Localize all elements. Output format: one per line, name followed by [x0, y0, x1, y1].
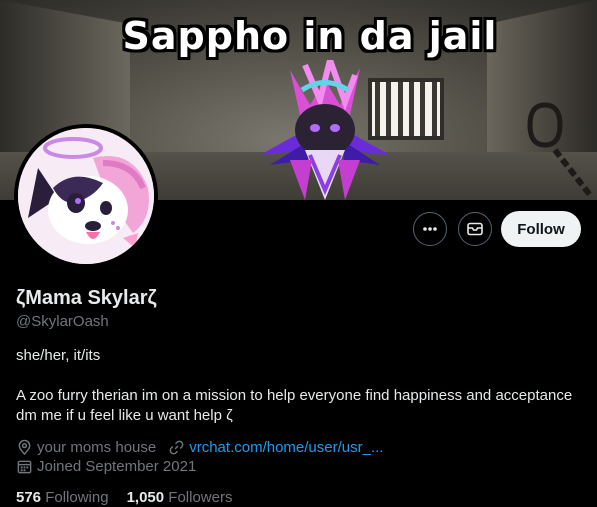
following-count: 576 [16, 489, 42, 506]
more-button[interactable] [413, 212, 447, 246]
profile-joined-row: Joined September 2021 [16, 458, 208, 475]
avatar-image [18, 128, 154, 264]
message-button[interactable] [458, 212, 492, 246]
website-item[interactable]: vrchat.com/home/user/usr_... [168, 439, 383, 456]
followers-label: Followers [168, 489, 233, 506]
banner-chains [527, 102, 593, 197]
website-link[interactable]: vrchat.com/home/user/usr_... [189, 439, 383, 456]
display-name: ζMama Skylarζ [16, 287, 157, 309]
followers-stat[interactable]: 1,050 Followers [127, 489, 233, 506]
location-pin-icon [18, 439, 31, 456]
envelope-icon [467, 222, 483, 236]
follow-button[interactable]: Follow [501, 211, 581, 247]
followers-count: 1,050 [126, 489, 165, 506]
profile-meta-row: your moms house vrchat.com/home/user/usr… [16, 439, 395, 456]
bio-pronouns: she/her, it/its [16, 347, 101, 364]
avatar[interactable] [14, 124, 158, 268]
following-label: Following [45, 489, 109, 506]
user-handle: @SkylarOash [16, 313, 109, 330]
bio: she/her, it/its A zoo furry therian im o… [16, 346, 576, 426]
banner-caption: Sappho in da jail [122, 14, 498, 58]
link-icon [169, 440, 184, 455]
calendar-icon [17, 460, 32, 474]
joined-item: Joined September 2021 [16, 458, 196, 475]
following-stat[interactable]: 576 Following [16, 489, 109, 506]
more-icon [423, 227, 437, 231]
location-item: your moms house [16, 439, 156, 456]
bio-description: A zoo furry therian im on a mission to h… [16, 387, 573, 424]
joined-text: Joined September 2021 [37, 458, 197, 475]
banner-character [260, 60, 390, 200]
location-text: your moms house [37, 439, 157, 456]
follow-stats: 576 Following 1,050 Followers [16, 489, 250, 506]
